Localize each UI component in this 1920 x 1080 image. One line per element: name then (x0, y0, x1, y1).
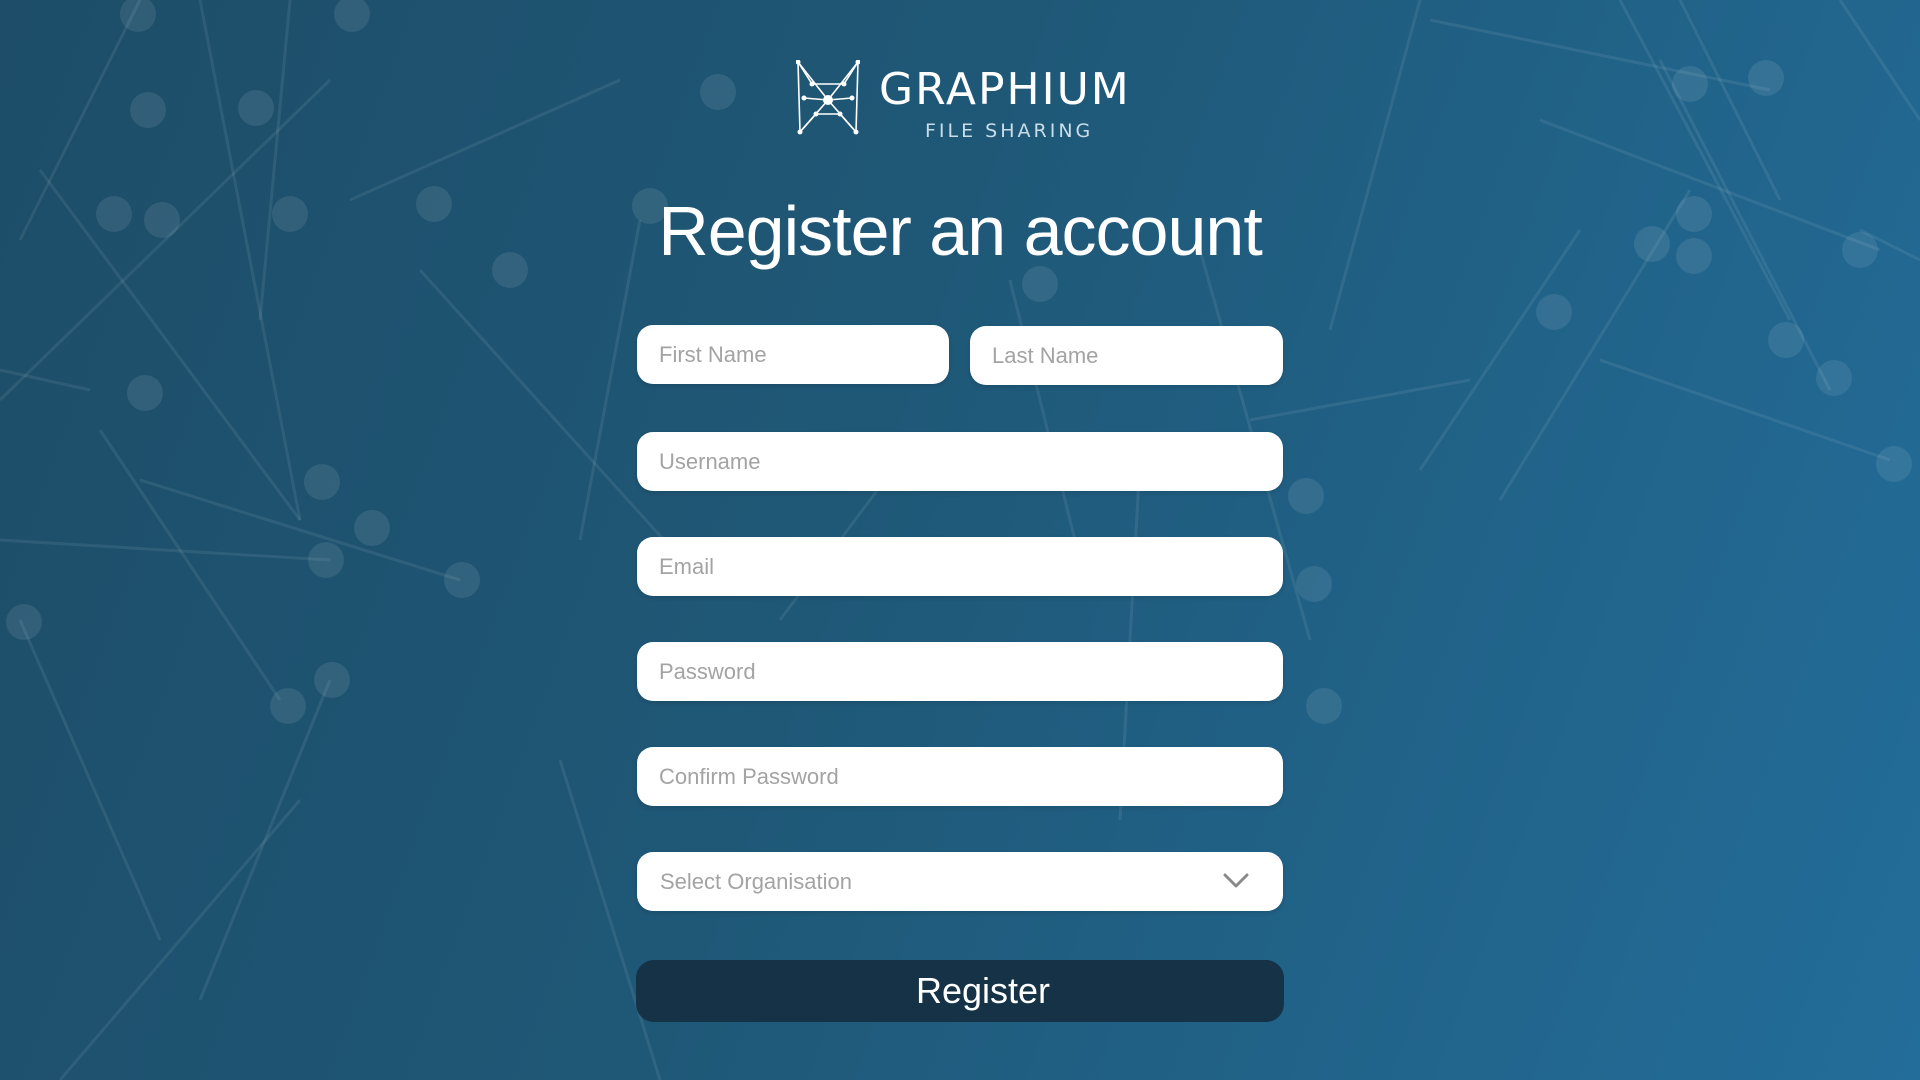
email-input[interactable] (637, 537, 1283, 596)
confirm-password-input[interactable] (637, 747, 1283, 806)
page-title: Register an account (658, 192, 1263, 270)
password-input[interactable] (637, 642, 1283, 701)
chevron-down-icon (1223, 873, 1249, 888)
organisation-select-value: Select Organisation (660, 869, 852, 894)
last-name-input[interactable] (970, 326, 1283, 385)
brand-logo: GRAPHIUM FILE SHARING (796, 60, 1146, 146)
username-input[interactable] (637, 432, 1283, 491)
network-butterfly-icon (796, 60, 860, 135)
brand-tagline: FILE SHARING (925, 120, 1094, 142)
first-name-input[interactable] (637, 325, 949, 384)
register-button[interactable]: Register (636, 960, 1284, 1022)
brand-name: GRAPHIUM (879, 64, 1131, 115)
organisation-select[interactable]: Select Organisation (637, 852, 1283, 911)
